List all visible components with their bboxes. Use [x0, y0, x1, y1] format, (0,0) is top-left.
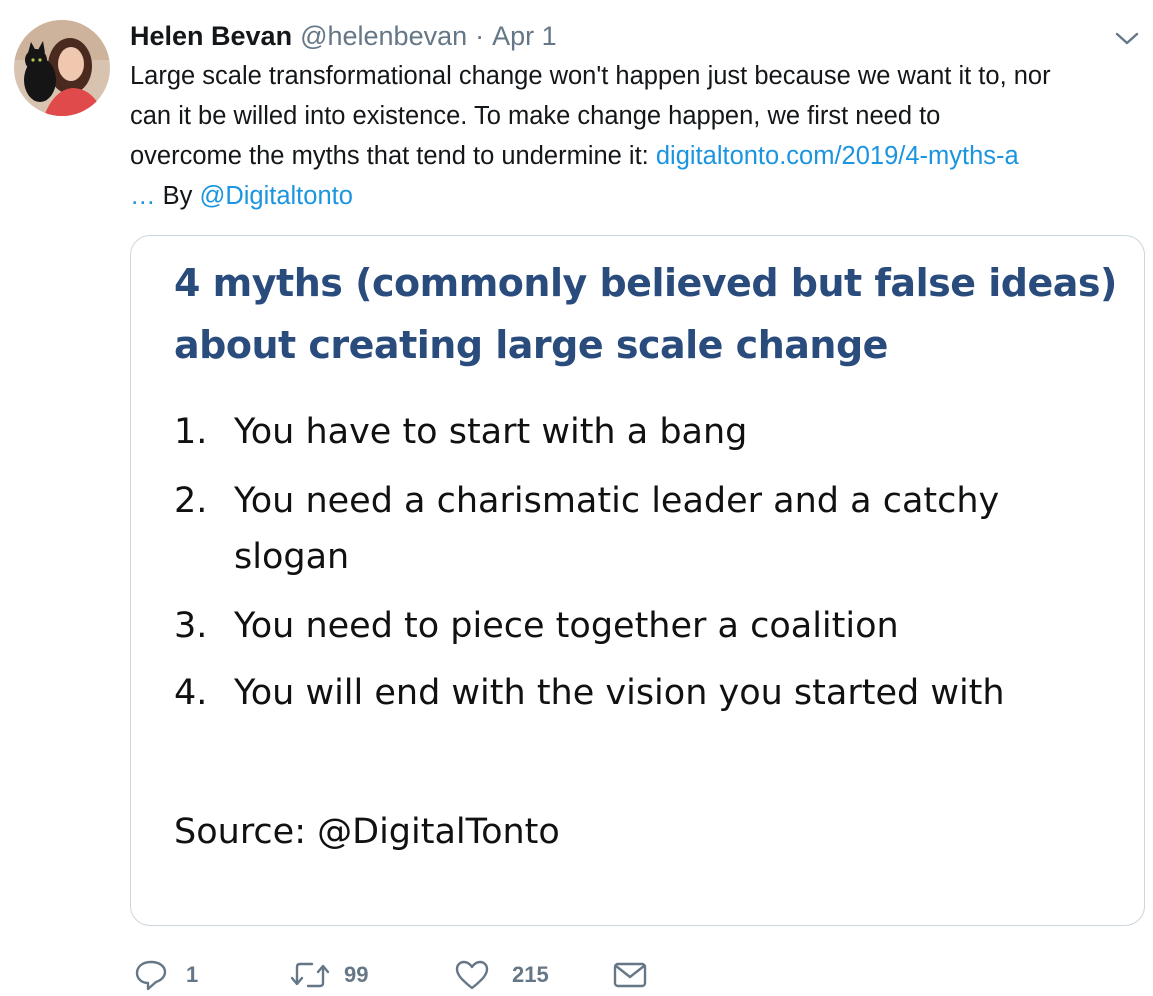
slide-title: 4 myths (commonly believed but false ide…	[174, 261, 1117, 367]
article-link[interactable]: digitaltonto.com/2019/4-myths-a	[656, 142, 1019, 170]
media-card[interactable]: 4 myths (commonly believed but false ide…	[130, 235, 1145, 926]
direct-message-button[interactable]	[612, 955, 648, 995]
author-handle[interactable]: @helenbevan	[300, 21, 467, 52]
like-count: 215	[512, 962, 549, 987]
tweet-actions: 1 99 215	[134, 955, 734, 995]
myth-number: 2.	[174, 481, 208, 521]
article-link-ellipsis[interactable]: …	[130, 182, 156, 210]
myth-item: 1. You have to start with a bang	[174, 404, 747, 460]
envelope-icon	[612, 960, 648, 990]
tweet-date[interactable]: Apr 1	[492, 21, 557, 52]
mention-link[interactable]: @Digitaltonto	[199, 182, 352, 210]
avatar[interactable]	[14, 20, 110, 116]
myth-item: 2. You need a charismatic leader and a c…	[174, 473, 999, 585]
myth-number: 3.	[174, 606, 208, 646]
reply-icon	[134, 959, 168, 991]
myth-text: You need a charismatic leader and a catc…	[234, 481, 1000, 577]
slide-source: Source: @DigitalTonto	[174, 812, 560, 852]
myth-number: 1.	[174, 412, 208, 452]
like-button[interactable]: 215	[454, 955, 549, 995]
tweet-header: Helen Bevan @helenbevan · Apr 1	[130, 16, 557, 56]
tweet-text: Large scale transformational change won'…	[130, 56, 1145, 216]
author-name[interactable]: Helen Bevan	[130, 21, 292, 52]
reply-button[interactable]: 1	[134, 955, 198, 995]
retweet-icon	[290, 959, 330, 991]
myth-item: 3. You need to piece together a coalitio…	[174, 598, 899, 654]
avatar-image	[14, 20, 110, 116]
header-separator: ·	[475, 20, 485, 51]
tweet-text-by: By	[155, 182, 200, 210]
reply-count: 1	[186, 962, 199, 987]
myth-item: 4. You will end with the vision you star…	[174, 665, 1005, 721]
retweet-button[interactable]: 99	[290, 955, 368, 995]
retweet-count: 99	[344, 962, 369, 987]
myth-number: 4.	[174, 673, 208, 713]
tweet: Helen Bevan @helenbevan · Apr 1 Large sc…	[0, 0, 1153, 996]
heart-icon	[454, 959, 490, 991]
myth-text: You need to piece together a coalition	[234, 606, 899, 646]
chevron-down-icon[interactable]	[1112, 26, 1142, 50]
myth-text: You have to start with a bang	[234, 412, 748, 452]
myth-text: You will end with the vision you started…	[234, 673, 1005, 713]
